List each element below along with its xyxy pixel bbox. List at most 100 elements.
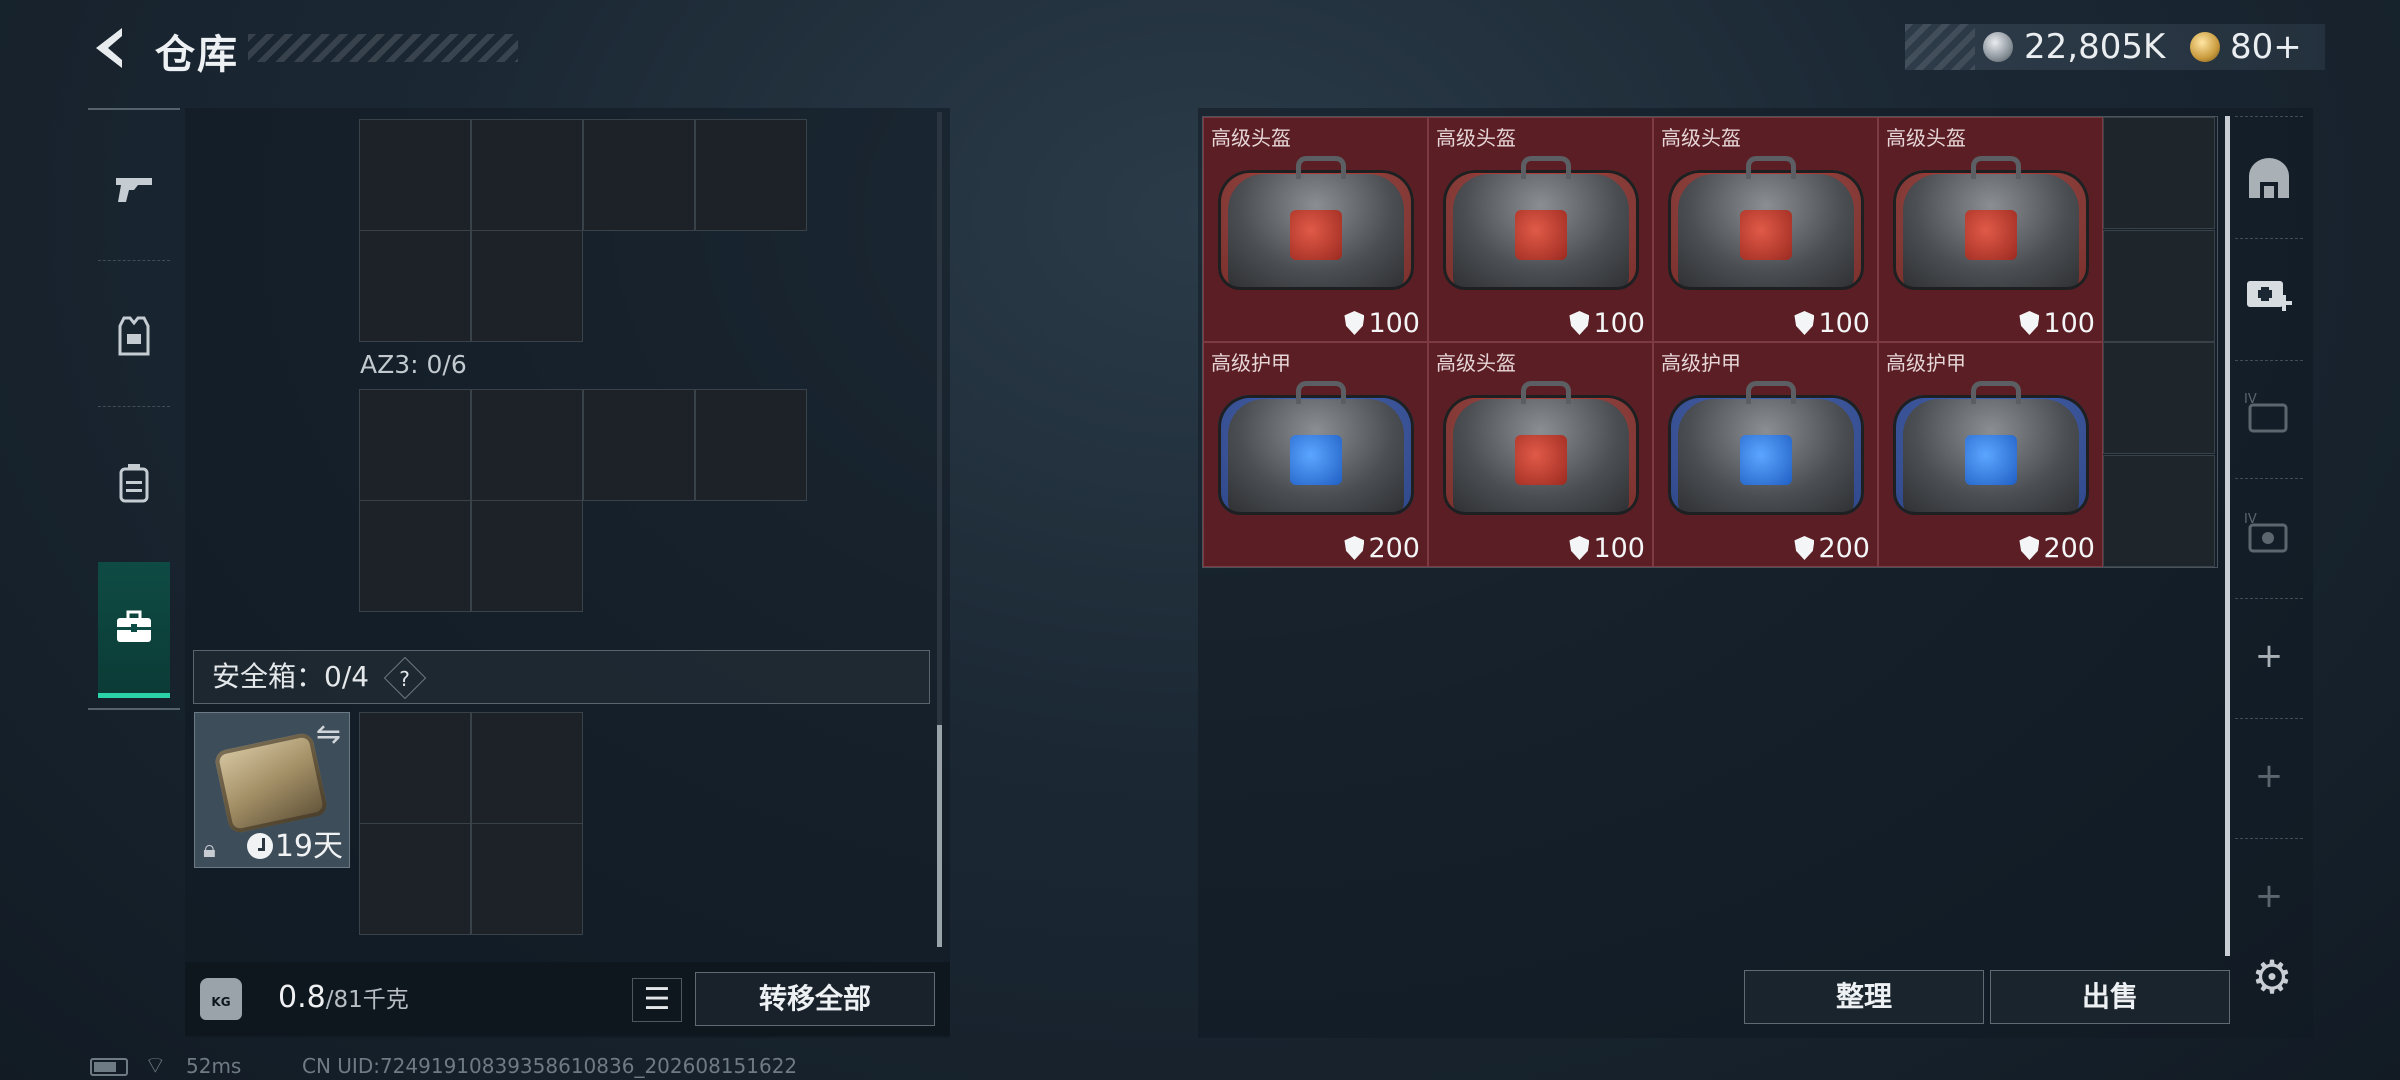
armor-value: 100: [1368, 308, 1420, 339]
rail-separator: [2235, 478, 2303, 479]
item-name: 高级头盔: [1211, 126, 1291, 150]
stash-tab-3[interactable]: IV: [2235, 380, 2303, 448]
armor-value: 100: [1818, 308, 1870, 339]
item-armor-value: 100: [1569, 533, 1645, 564]
stash-slot[interactable]: [2103, 117, 2215, 229]
az-grid-2: [359, 389, 808, 612]
slot[interactable]: [471, 119, 583, 231]
stash-slot[interactable]: [2103, 229, 2215, 342]
safe-box-header: 安全箱：0/4 ?: [193, 650, 930, 704]
slot[interactable]: [359, 230, 471, 342]
duffel-bag-image: [1668, 381, 1864, 515]
slot[interactable]: [471, 712, 583, 824]
blank: [695, 500, 807, 612]
slot[interactable]: [583, 119, 695, 231]
slot[interactable]: [471, 389, 583, 501]
uid-readout: CN UID:72491910839358610836_202608151622: [302, 1054, 798, 1078]
stash-item[interactable]: 高级头盔 100: [1878, 117, 2103, 342]
shield-icon: [2019, 536, 2040, 560]
slot[interactable]: [359, 500, 471, 612]
shield-icon: [1569, 311, 1590, 335]
duffel-bag-image: [1668, 156, 1864, 290]
stash-tab-2[interactable]: [2235, 260, 2303, 328]
list-icon: ☰: [643, 982, 671, 1017]
item-armor-value: 100: [2019, 308, 2095, 339]
slot[interactable]: [471, 823, 583, 935]
gold-currency-amount: 80+: [2230, 27, 2302, 67]
weight-current: 0.8: [278, 980, 326, 1015]
iv-case-icon: IV: [2244, 512, 2288, 553]
back-button[interactable]: [86, 22, 138, 74]
duffel-bag-image: [1218, 381, 1414, 515]
duffel-bag-image: [1893, 156, 2089, 290]
stash-item[interactable]: 高级护甲 200: [1203, 342, 1428, 567]
shield-icon: [1794, 311, 1815, 335]
silver-currency-amount: 22,805K: [2024, 27, 2166, 67]
settings-gear-icon[interactable]: ⚙: [2247, 952, 2297, 1002]
plus-icon: +: [2254, 636, 2284, 676]
gold-coin-icon: [2190, 32, 2220, 62]
stash-item[interactable]: 高级头盔 100: [1428, 117, 1653, 342]
stash-slot[interactable]: [2103, 342, 2215, 454]
briefcase-icon: [117, 610, 151, 642]
add-stash-tab-1[interactable]: +: [2235, 622, 2303, 690]
list-view-button[interactable]: ☰: [632, 978, 682, 1022]
stash-item[interactable]: 高级头盔 100: [1653, 117, 1878, 342]
stash-slot[interactable]: [2103, 454, 2215, 567]
rail-bottom-line: [88, 708, 180, 710]
ping-readout: 52ms: [186, 1054, 242, 1078]
item-name: 高级头盔: [1886, 126, 1966, 150]
add-stash-tab-2[interactable]: +: [2235, 742, 2303, 810]
duffel-bag-image: [1218, 156, 1414, 290]
blank: [695, 230, 807, 342]
add-stash-tab-3[interactable]: +: [2235, 862, 2303, 930]
weight-icon: KG: [200, 978, 242, 1020]
vest-icon: [118, 316, 150, 356]
transfer-all-button[interactable]: 转移全部: [695, 972, 935, 1026]
stash-tab-4[interactable]: IV: [2235, 500, 2303, 568]
armor-value: 200: [1368, 533, 1420, 564]
item-armor-value: 100: [1344, 308, 1420, 339]
safe-box-timer: 19天: [246, 821, 343, 865]
sell-button[interactable]: 出售: [1990, 970, 2230, 1024]
slot[interactable]: [471, 230, 583, 342]
slot[interactable]: [695, 389, 807, 501]
stash-tab-1[interactable]: [2235, 145, 2303, 213]
shield-icon: [2019, 311, 2040, 335]
sort-button[interactable]: 整理: [1744, 970, 1984, 1024]
duffel-bag-image: [1893, 381, 2089, 515]
slot[interactable]: [359, 389, 471, 501]
back-chevron-icon: [96, 28, 122, 68]
slot[interactable]: [583, 389, 695, 501]
time-left: 19天: [274, 829, 343, 864]
slot[interactable]: [695, 119, 807, 231]
stash-item[interactable]: 高级头盔 100: [1428, 342, 1653, 567]
backpack-tab[interactable]: [98, 447, 170, 519]
shield-icon: [1344, 536, 1365, 560]
armor-tab[interactable]: [98, 300, 170, 372]
slot[interactable]: [359, 823, 471, 935]
help-icon: ?: [398, 666, 410, 691]
item-armor-value: 100: [1794, 308, 1870, 339]
backpack-icon: [119, 464, 149, 503]
item-armor-value: 200: [2019, 533, 2095, 564]
slot[interactable]: [359, 712, 471, 824]
help-button[interactable]: ?: [383, 656, 427, 700]
shield-icon: [1569, 536, 1590, 560]
item-name: 高级护甲: [1661, 351, 1741, 375]
swap-icon[interactable]: ⇋: [316, 717, 341, 752]
shield-icon: [1794, 536, 1815, 560]
stash-scrollbar[interactable]: [2225, 116, 2230, 956]
iv-case-icon: IV: [2244, 392, 2288, 433]
stash-item[interactable]: 高级头盔 100: [1203, 117, 1428, 342]
slot[interactable]: [471, 500, 583, 612]
stash-item[interactable]: 高级护甲 200: [1878, 342, 2103, 567]
stash-item[interactable]: 高级护甲 200: [1653, 342, 1878, 567]
inventory-scroll-thumb[interactable]: [937, 725, 942, 947]
weapon-tab[interactable]: [98, 152, 170, 224]
armor-value: 100: [2043, 308, 2095, 339]
wifi-icon: ⌔: [144, 1051, 167, 1079]
case-tab[interactable]: [98, 562, 170, 698]
slot[interactable]: [359, 119, 471, 231]
safe-box-item[interactable]: ⇋ 🔒︎ 19天: [194, 712, 350, 868]
